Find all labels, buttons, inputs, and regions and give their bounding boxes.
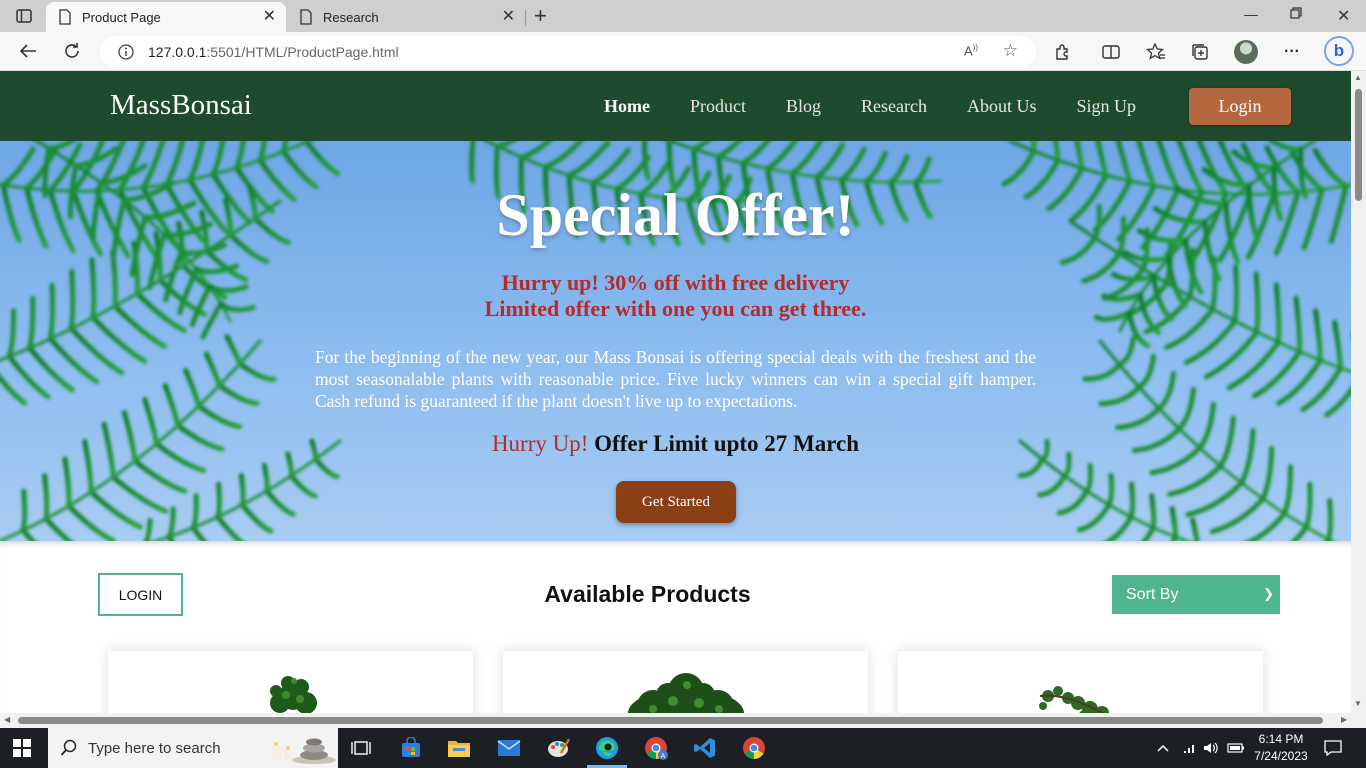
brand-logo[interactable]: MassBonsai [110, 89, 252, 122]
products-section: LOGIN Available Products Sort By ❯ [0, 541, 1351, 713]
vscode-icon[interactable] [692, 735, 718, 761]
profile-avatar[interactable] [1234, 40, 1258, 64]
scroll-up-icon[interactable]: ▲ [1354, 73, 1362, 82]
product-image [628, 673, 744, 713]
back-icon[interactable] [17, 40, 39, 62]
offer-limit: Hurry Up! Offer Limit upto 27 March [0, 431, 1351, 457]
close-window-icon[interactable]: ✕ [1337, 6, 1350, 26]
nav-research[interactable]: Research [861, 96, 927, 117]
file-explorer-icon[interactable] [446, 735, 472, 761]
clock-date: 7/24/2023 [1254, 749, 1308, 763]
horizontal-scroll-thumb[interactable] [18, 717, 1323, 724]
scroll-down-icon[interactable]: ▼ [1354, 699, 1362, 708]
extensions-icon[interactable] [1052, 41, 1074, 63]
restore-icon[interactable] [1290, 6, 1302, 22]
product-image [270, 676, 317, 713]
bing-icon[interactable]: b [1324, 36, 1354, 66]
page-viewport: MassBonsai Home Product Blog Research Ab… [0, 71, 1351, 713]
windows-start-icon[interactable] [13, 739, 31, 757]
clock-time: 6:14 PM [1258, 732, 1304, 746]
close-icon[interactable]: ✕ [502, 9, 515, 25]
favorite-icon[interactable]: ☆ [1003, 41, 1018, 61]
refresh-icon[interactable] [61, 40, 83, 62]
sidebar-icon[interactable] [10, 6, 38, 26]
horizontal-scrollbar[interactable]: ◀ ▶ [0, 713, 1366, 728]
offer-limit-text: Offer Limit upto 27 March [594, 431, 860, 456]
scroll-right-icon[interactable]: ▶ [1341, 715, 1347, 724]
url-path: :5501/HTML/ProductPage.html [206, 43, 399, 60]
info-icon[interactable] [118, 43, 134, 60]
minimize-icon[interactable]: — [1244, 6, 1258, 22]
network-icon[interactable] [1182, 728, 1198, 768]
hero-banner: Special Offer! Hurry up! 30% off with fr… [0, 141, 1351, 541]
tab-product-page[interactable]: Product Page ✕ [46, 2, 286, 32]
scroll-left-icon[interactable]: ◀ [4, 715, 10, 724]
product-card[interactable] [503, 651, 868, 713]
edge-icon[interactable] [594, 735, 620, 761]
nav-blog[interactable]: Blog [786, 96, 821, 117]
product-image [1039, 686, 1109, 713]
favorites-icon[interactable] [1145, 41, 1167, 63]
site-navbar: MassBonsai Home Product Blog Research Ab… [0, 71, 1351, 141]
nav-sign-up[interactable]: Sign Up [1076, 96, 1136, 117]
tab-research[interactable]: Research ✕ [287, 2, 526, 32]
nav-about-us[interactable]: About Us [967, 96, 1037, 117]
svg-text:A: A [661, 753, 666, 760]
hero-subtitle-1: Hurry up! 30% off with free delivery [501, 270, 850, 295]
tab-title: Research [323, 9, 379, 25]
products-title: Available Products [544, 581, 751, 607]
task-view-icon[interactable] [348, 735, 374, 761]
mail-icon[interactable] [496, 735, 522, 761]
close-icon[interactable]: ✕ [263, 9, 276, 25]
offer-limit-hurry: Hurry Up! [491, 431, 589, 456]
battery-icon[interactable] [1227, 728, 1245, 768]
get-started-button[interactable]: Get Started [616, 481, 736, 523]
vertical-scroll-thumb[interactable] [1355, 89, 1362, 201]
paint-icon[interactable] [546, 735, 572, 761]
search-icon [60, 739, 77, 756]
nav-links: Home Product Blog Research About Us Sign… [604, 96, 1176, 117]
split-screen-icon[interactable] [1100, 41, 1122, 63]
sort-by-label: Sort By [1126, 585, 1179, 603]
tab-strip: Product Page ✕ Research ✕ + — ✕ [0, 0, 1366, 32]
nav-product[interactable]: Product [690, 96, 746, 117]
read-aloud-icon[interactable]: A)) [964, 43, 978, 58]
address-bar: 127.0.0.1:5501/HTML/ProductPage.html A))… [0, 32, 1366, 71]
chrome-icon[interactable] [741, 735, 767, 761]
hero-content: Special Offer! Hurry up! 30% off with fr… [0, 141, 1351, 541]
tab-title: Product Page [82, 9, 161, 25]
nav-home[interactable]: Home [604, 96, 650, 117]
vertical-scrollbar[interactable]: ▲ ▼ [1351, 71, 1366, 713]
notifications-icon[interactable] [1324, 728, 1342, 768]
sort-by-select[interactable]: Sort By ❯ [1112, 575, 1280, 614]
page-icon [59, 9, 71, 25]
product-card[interactable] [898, 651, 1263, 713]
chrome-profile-icon[interactable]: A [643, 735, 669, 761]
system-clock[interactable]: 6:14 PM 7/24/2023 [1250, 731, 1312, 765]
chevron-up-icon[interactable] [1156, 728, 1170, 768]
product-card[interactable] [108, 651, 473, 713]
collections-icon[interactable] [1189, 41, 1211, 63]
more-icon[interactable]: ··· [1281, 41, 1303, 63]
hero-description: For the beginning of the new year, our M… [315, 347, 1036, 411]
store-icon[interactable] [398, 735, 424, 761]
chevron-down-icon: ❯ [1263, 586, 1274, 601]
volume-icon[interactable] [1203, 728, 1219, 768]
hero-title: Special Offer! [496, 182, 855, 248]
url-field[interactable]: 127.0.0.1:5501/HTML/ProductPage.html A))… [100, 36, 1036, 67]
taskbar: Type here to search A 6:14 PM 7/24/2023 [0, 728, 1366, 768]
plus-icon[interactable]: + [534, 5, 547, 27]
hero-subtitle-2: Limited offer with one you can get three… [484, 296, 867, 321]
url-host: 127.0.0.1 [148, 43, 207, 60]
login-button[interactable]: Login [1189, 88, 1291, 125]
page-icon [300, 9, 312, 25]
search-highlight-image [272, 738, 336, 764]
search-placeholder: Type here to search [88, 739, 221, 757]
